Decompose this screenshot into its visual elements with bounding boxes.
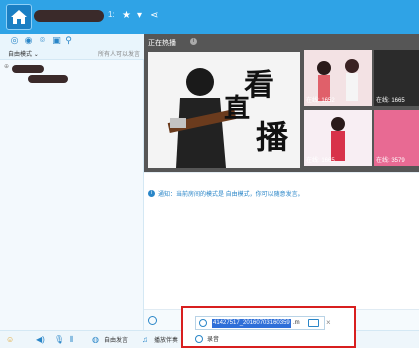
main-panel: 正在热播 i 看 直 播 在线: 1652 在线: 1665 在线: 1665 … [144,34,419,330]
recording-popup: 41427517_20160703160359 .m × 录音 [181,306,356,348]
user-icon[interactable]: ◎ [9,35,20,46]
close-icon[interactable]: × [326,318,331,327]
home-icon [11,10,27,24]
live-thumb[interactable]: 在线: 1652 [304,50,372,106]
sidebar-toolbar: ◎ ◉ ⌾ ▣ ⚲ [0,34,144,48]
emoji-icon[interactable]: ☺ [6,334,14,346]
list-item[interactable] [4,74,140,84]
hot-title: 正在热播 [148,40,176,47]
folder-icon[interactable] [308,319,319,327]
recording-filename-input[interactable]: 41427517_20160703160359 [212,319,291,328]
info-icon: i [148,190,155,197]
home-button[interactable] [6,4,32,30]
record-icon [195,334,203,343]
chat-area: i 通知：当前房间的模式是 自由模式，你可以随意发言。 [144,172,419,302]
poster-text-3: 播 [256,118,289,156]
speaker-icon[interactable]: ◀) [36,334,45,346]
viewer-count: 在线: 1665 [306,158,335,164]
live-thumb[interactable]: 在线: 1665 [374,50,419,106]
notice-message: i 通知：当前房间的模式是 自由模式，你可以随意发言。 [148,189,304,198]
user-name-redacted [28,75,68,83]
featured-poster[interactable]: 看 直 播 [148,52,300,168]
hot-section: 正在热播 i 看 直 播 在线: 1652 在线: 1665 在线: 1665 … [144,34,419,172]
mode-select-label: 自由模式 [8,52,33,58]
title-bar: 1: ★ ▾ ⋖ [0,0,419,34]
mode-select[interactable]: 自由模式 ⌄ [8,49,39,58]
info-icon[interactable]: i [190,38,197,45]
music-icon[interactable]: ♫ [142,334,148,346]
play-accompaniment-label[interactable]: 播放伴奏 [154,335,178,344]
pin-icon[interactable]: ⌾ [37,35,48,46]
recording-file-row: 41427517_20160703160359 .m [195,316,325,330]
microphone-icon[interactable]: 🎙 [54,334,64,346]
live-thumb[interactable]: 在线: 3579 [374,110,419,166]
search-icon[interactable]: ⚲ [63,35,74,46]
chevron-down-icon: ⌄ [33,52,39,58]
record-label: 录音 [207,337,220,343]
record-button[interactable]: 录音 [195,334,219,343]
viewer-count: 在线: 1665 [376,98,405,104]
free-speak-label[interactable]: 自由发言 [104,335,128,344]
room-name-redacted [34,10,104,22]
clock-icon [199,319,207,327]
contacts-icon[interactable]: ◉ [23,35,34,46]
poster-text-2: 直 [224,94,251,124]
user-name-redacted [12,65,44,73]
mode-hint: 所有人可以发言 [97,52,140,58]
mode-bar: 自由模式 ⌄ 所有人可以发言 [0,48,144,60]
viewer-count: 在线: 3579 [376,158,405,164]
notice-text: 通知：当前房间的模式是 自由模式，你可以随意发言。 [158,192,304,198]
list-item[interactable]: ⊕ [4,64,140,74]
room-count: 1: [108,10,115,19]
edit-icon[interactable]: ▣ [51,35,62,46]
equalizer-icon[interactable]: ⫴ [70,334,73,346]
live-thumb[interactable]: 在线: 1665 [304,110,372,166]
chevron-down-icon[interactable]: ▾ [137,9,142,23]
user-list: ⊕ [0,60,144,330]
viewer-count: 在线: 1652 [306,98,335,104]
star-icon[interactable]: ★ [122,9,131,23]
free-speak-icon[interactable]: ◍ [92,334,99,346]
share-icon[interactable]: ⋖ [150,9,158,23]
user-badge-icon: ⊕ [4,64,10,70]
recording-file-extension: .m [293,320,300,326]
clock-icon[interactable] [148,316,157,325]
